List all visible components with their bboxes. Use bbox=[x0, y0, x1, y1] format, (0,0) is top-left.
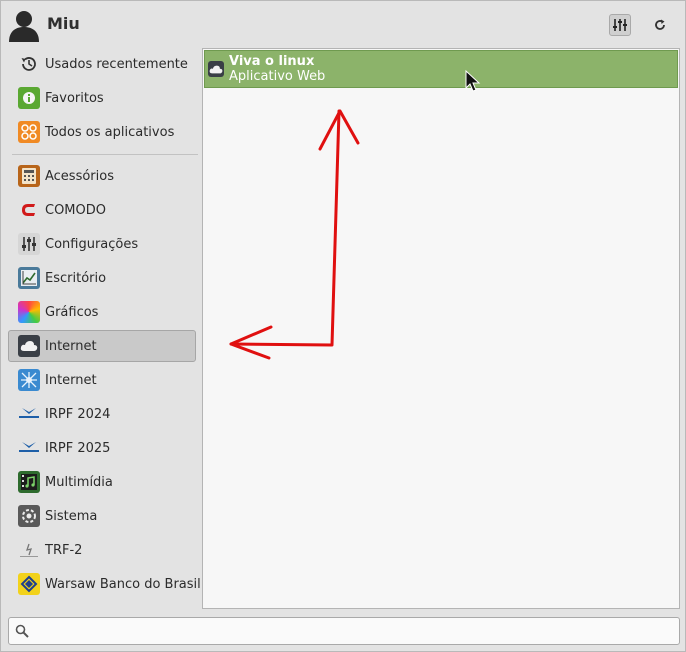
category-office[interactable]: Escritório bbox=[8, 262, 196, 294]
user-avatar-icon[interactable] bbox=[7, 8, 41, 42]
category-accessories[interactable]: Acessórios bbox=[8, 160, 196, 192]
search-input[interactable] bbox=[35, 623, 679, 639]
category-irpf-2025[interactable]: IRPF 2025 bbox=[8, 432, 196, 464]
category-label: Warsaw Banco do Brasil bbox=[45, 576, 201, 592]
category-all-apps[interactable]: Todos os aplicativos bbox=[8, 116, 196, 148]
favorites-info-icon bbox=[18, 87, 40, 109]
settings-icon bbox=[18, 233, 40, 255]
category-label: Gráficos bbox=[45, 304, 99, 320]
cloud-icon bbox=[18, 335, 40, 357]
applications-list: Viva o linux Aplicativo Web bbox=[202, 48, 680, 609]
category-system[interactable]: Sistema bbox=[8, 500, 196, 532]
category-label: Configurações bbox=[45, 236, 139, 252]
settings-sliders-icon bbox=[613, 19, 627, 31]
category-internet[interactable]: Internet bbox=[8, 364, 196, 396]
office-chart-icon bbox=[18, 267, 40, 289]
category-label: Todos os aplicativos bbox=[45, 124, 175, 140]
category-label: Multimídia bbox=[45, 474, 113, 490]
comodo-icon bbox=[18, 199, 40, 221]
category-graphics[interactable]: Gráficos bbox=[8, 296, 196, 328]
category-label: Usados recentemente bbox=[45, 56, 188, 72]
category-label: IRPF 2024 bbox=[45, 406, 111, 422]
app-name: Viva o linux bbox=[229, 54, 315, 69]
category-label: Acessórios bbox=[45, 168, 114, 184]
graphics-icon bbox=[18, 301, 40, 323]
receita-federal-icon bbox=[18, 437, 40, 459]
category-multimedia[interactable]: Multimídia bbox=[8, 466, 196, 498]
all-apps-icon bbox=[18, 121, 40, 143]
category-label: Sistema bbox=[45, 508, 98, 524]
category-trf2[interactable]: TRF-2 bbox=[8, 534, 196, 566]
category-internet-web-apps[interactable]: Internet bbox=[8, 330, 196, 362]
search-icon bbox=[15, 624, 29, 638]
category-recent[interactable]: Usados recentemente bbox=[8, 48, 196, 80]
category-label: Favoritos bbox=[45, 90, 104, 106]
internet-network-icon bbox=[18, 369, 40, 391]
trf2-icon bbox=[18, 539, 40, 561]
app-item-viva-o-linux[interactable]: Viva o linux Aplicativo Web bbox=[204, 50, 678, 88]
recent-history-icon bbox=[18, 53, 40, 75]
system-icon bbox=[18, 505, 40, 527]
category-warsaw-banco-do-brasil[interactable]: Warsaw Banco do Brasil bbox=[8, 568, 201, 600]
category-sidebar: Usados recentemente Favoritos Todos os a… bbox=[8, 48, 201, 608]
category-label: TRF-2 bbox=[45, 542, 83, 558]
multimedia-icon bbox=[18, 471, 40, 493]
category-comodo[interactable]: COMODO bbox=[8, 194, 196, 226]
category-settings[interactable]: Configurações bbox=[8, 228, 196, 260]
header: Miu bbox=[1, 1, 686, 47]
search-box[interactable] bbox=[8, 617, 680, 645]
receita-federal-icon bbox=[18, 403, 40, 425]
category-label: IRPF 2025 bbox=[45, 440, 111, 456]
refresh-icon bbox=[655, 19, 665, 30]
settings-button[interactable] bbox=[609, 14, 631, 36]
cloud-icon bbox=[208, 61, 224, 77]
category-label: Internet bbox=[45, 338, 97, 354]
category-irpf-2024[interactable]: IRPF 2024 bbox=[8, 398, 196, 430]
user-name: Miu bbox=[47, 14, 80, 33]
category-label: Internet bbox=[45, 372, 97, 388]
category-label: Escritório bbox=[45, 270, 107, 286]
accessories-calculator-icon bbox=[18, 165, 40, 187]
refresh-button[interactable] bbox=[649, 14, 671, 36]
category-label: COMODO bbox=[45, 202, 107, 218]
menu-window: Miu Usados recentemente Favoritos Todos … bbox=[0, 0, 686, 652]
category-favorites[interactable]: Favoritos bbox=[8, 82, 196, 114]
banco-do-brasil-icon bbox=[18, 573, 40, 595]
separator bbox=[12, 154, 198, 155]
app-description: Aplicativo Web bbox=[229, 69, 326, 84]
